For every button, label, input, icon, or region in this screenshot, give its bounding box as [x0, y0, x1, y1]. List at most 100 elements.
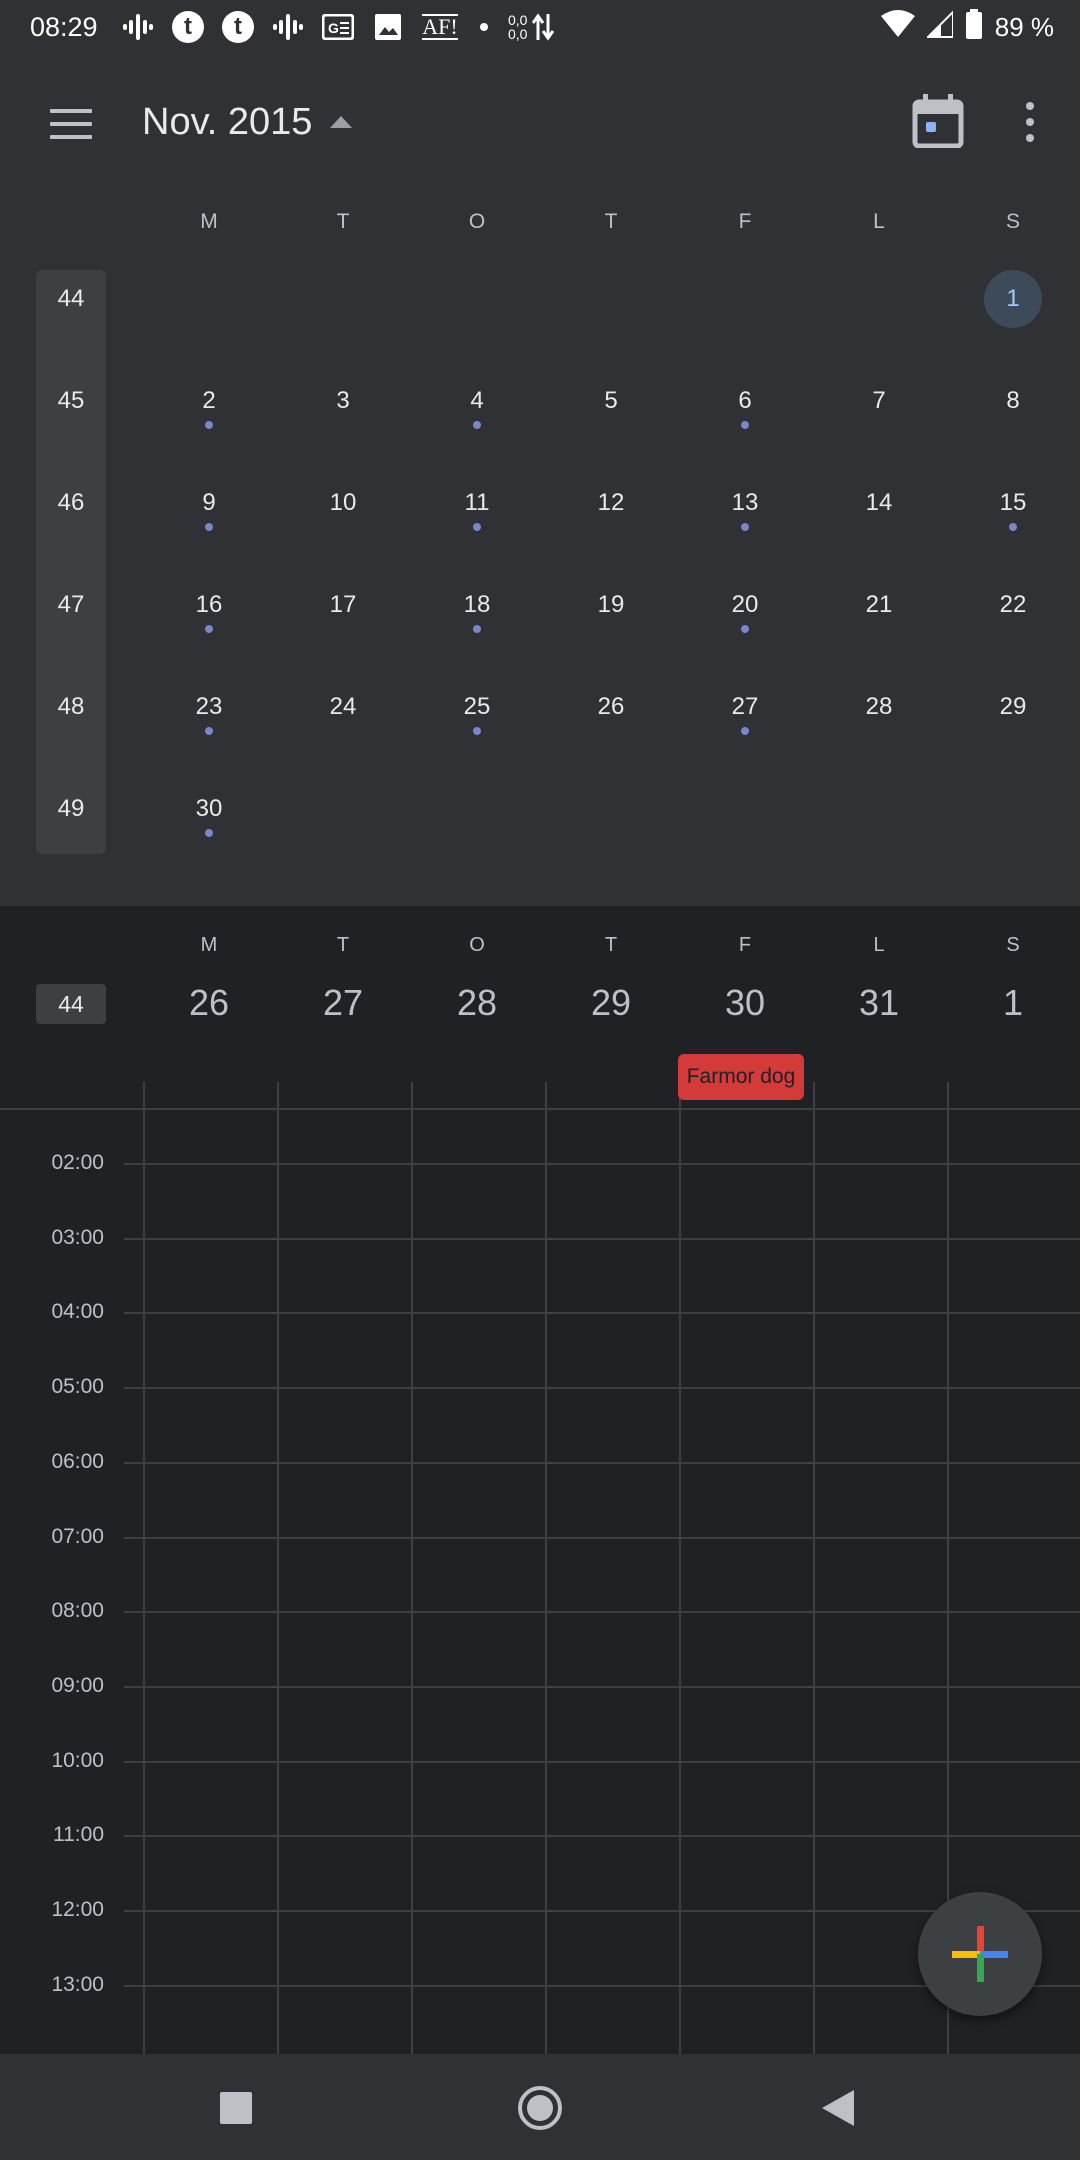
weekday-label: O — [468, 210, 486, 233]
event-dot — [473, 625, 481, 633]
hour-label: 04:00 — [51, 1300, 104, 1323]
hour-label: 07:00 — [51, 1525, 104, 1548]
month-day-cell[interactable]: 3 — [308, 387, 378, 415]
month-day-cell[interactable]: 15 — [978, 489, 1048, 517]
hour-gridline — [124, 1387, 1080, 1389]
week-number[interactable]: 49 — [36, 795, 106, 823]
event-chip[interactable]: Farmor dog — [678, 1054, 804, 1100]
week-number[interactable]: 48 — [36, 693, 106, 721]
week-date[interactable]: 1 — [973, 982, 1053, 1024]
tumblr-icon: t — [220, 9, 256, 45]
day-column-divider — [813, 1082, 815, 2054]
event-dot — [205, 625, 213, 633]
week-weekday-label: T — [336, 934, 350, 956]
recents-icon[interactable] — [220, 2092, 252, 2124]
month-day-cell[interactable]: 24 — [308, 693, 378, 721]
svg-text:G: G — [328, 20, 339, 36]
month-day-cell[interactable]: 17 — [308, 591, 378, 619]
month-day-cell[interactable]: 6 — [710, 387, 780, 415]
week-date[interactable]: 31 — [839, 982, 919, 1024]
week-weekday-label: F — [738, 934, 752, 956]
month-day-cell[interactable]: 29 — [978, 693, 1048, 721]
event-dot — [205, 523, 213, 531]
week-weekday-label: S — [1006, 934, 1020, 956]
hour-label: 11:00 — [53, 1823, 104, 1846]
hour-label: 02:00 — [51, 1151, 104, 1174]
hour-gridline — [124, 1835, 1080, 1837]
month-day-cell[interactable]: 18 — [442, 591, 512, 619]
day-column-divider — [143, 1082, 145, 2054]
week-number[interactable]: 46 — [36, 489, 106, 517]
week-number[interactable]: 47 — [36, 591, 106, 619]
month-day-cell[interactable]: 26 — [576, 693, 646, 721]
month-day-cell[interactable]: 13 — [710, 489, 780, 517]
month-day-cell[interactable]: 10 — [308, 489, 378, 517]
more-vert-icon[interactable] — [1012, 92, 1048, 152]
month-day-cell[interactable]: 14 — [844, 489, 914, 517]
month-day-cell[interactable]: 7 — [844, 387, 914, 415]
month-day-cell[interactable]: 22 — [978, 591, 1048, 619]
event-dot — [205, 727, 213, 735]
week-date[interactable]: 28 — [437, 982, 517, 1024]
month-day-cell[interactable]: 16 — [174, 591, 244, 619]
hamburger-menu-icon[interactable] — [38, 94, 104, 154]
week-weekday-label: M — [200, 934, 218, 956]
week-number[interactable]: 44 — [36, 285, 106, 313]
month-day-cell[interactable]: 27 — [710, 693, 780, 721]
week-date[interactable]: 30 — [705, 982, 785, 1024]
week-weekday-label: T — [604, 934, 618, 956]
event-dot — [473, 727, 481, 735]
month-day-cell[interactable]: 28 — [844, 693, 914, 721]
hour-label: 05:00 — [51, 1375, 104, 1398]
month-day-cell[interactable]: 4 — [442, 387, 512, 415]
home-icon[interactable] — [518, 2086, 562, 2130]
month-day-cell[interactable]: 1 — [984, 285, 1042, 313]
month-day-cell[interactable]: 2 — [174, 387, 244, 415]
event-dot — [473, 421, 481, 429]
month-day-cell[interactable]: 20 — [710, 591, 780, 619]
calendar-today-icon[interactable] — [912, 92, 964, 152]
month-day-cell[interactable]: 30 — [174, 795, 244, 823]
battery-percentage: 89 % — [994, 11, 1054, 42]
event-dot — [205, 829, 213, 837]
weekday-label: S — [1005, 210, 1020, 233]
month-day-cell[interactable]: 23 — [174, 693, 244, 721]
month-day-cell[interactable]: 19 — [576, 591, 646, 619]
week-date[interactable]: 29 — [571, 982, 651, 1024]
month-title-dropdown[interactable]: Nov. 2015 — [142, 92, 353, 152]
month-day-cell[interactable]: 9 — [174, 489, 244, 517]
system-status-icons: 89 % — [880, 8, 1054, 46]
month-day-cell[interactable]: 21 — [844, 591, 914, 619]
add-event-button[interactable] — [918, 1892, 1042, 2016]
af-icon: AF! — [422, 14, 458, 40]
event-dot — [741, 523, 749, 531]
hour-label: 10:00 — [51, 1749, 104, 1772]
day-column-divider — [679, 1082, 681, 2054]
month-day-cell[interactable]: 8 — [978, 387, 1048, 415]
week-number[interactable]: 45 — [36, 387, 106, 415]
battery-icon — [965, 8, 983, 46]
weekday-label: T — [604, 210, 618, 233]
status-time: 08:29 — [30, 12, 98, 42]
hour-gridline — [124, 1537, 1080, 1539]
week-date[interactable]: 26 — [169, 982, 249, 1024]
week-weekday-label: O — [469, 934, 485, 956]
month-day-cell[interactable]: 11 — [442, 489, 512, 517]
event-dot — [1009, 523, 1017, 531]
month-day-cell[interactable]: 25 — [442, 693, 512, 721]
hour-label: 08:00 — [51, 1599, 104, 1622]
back-icon[interactable] — [822, 2090, 854, 2126]
hour-label: 03:00 — [51, 1226, 104, 1249]
wifi-icon — [880, 9, 915, 45]
signal-icon — [925, 9, 954, 45]
event-dot — [741, 421, 749, 429]
month-day-cell[interactable]: 12 — [576, 489, 646, 517]
month-day-cell[interactable]: 5 — [576, 387, 646, 415]
hour-label: 13:00 — [51, 1973, 104, 1996]
notification-icons: t t G AF! 0,0 0,0 — [120, 9, 555, 45]
hour-gridline — [124, 1611, 1080, 1613]
data-rate-indicator: 0,0 0,0 — [508, 12, 528, 42]
week-date[interactable]: 27 — [303, 982, 383, 1024]
week-number-column — [36, 270, 106, 854]
week-number-badge: 44 — [36, 984, 106, 1024]
